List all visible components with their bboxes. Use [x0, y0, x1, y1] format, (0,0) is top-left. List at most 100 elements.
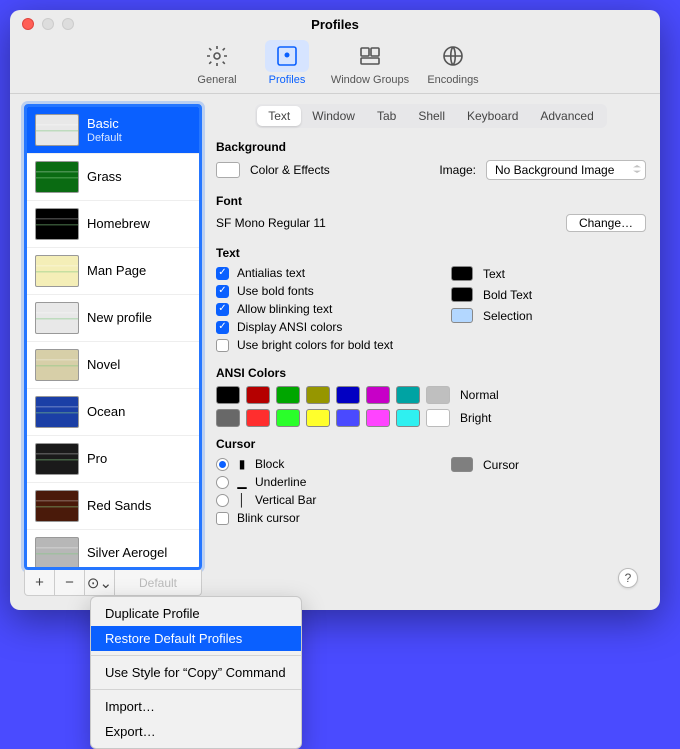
block-icon: ▮ [237, 457, 247, 471]
profile-row[interactable]: Man Page [27, 248, 199, 295]
blinking-checkbox[interactable] [216, 303, 229, 316]
bold-color-well[interactable] [451, 287, 473, 302]
background-image-popup[interactable]: No Background Image [486, 160, 646, 180]
tab-keyboard[interactable]: Keyboard [456, 106, 529, 126]
ansi-color-well[interactable] [306, 409, 330, 427]
cursor-block-radio[interactable] [216, 458, 229, 471]
bold-well-label: Bold Text [483, 288, 532, 302]
bold-fonts-checkbox[interactable] [216, 285, 229, 298]
ansi-color-well[interactable] [336, 386, 360, 404]
tab-shell[interactable]: Shell [407, 106, 456, 126]
menu-duplicate-profile[interactable]: Duplicate Profile [91, 601, 301, 626]
selection-color-well[interactable] [451, 308, 473, 323]
profile-row[interactable]: Grass [27, 154, 199, 201]
close-window-button[interactable] [22, 18, 34, 30]
profile-thumbnail [35, 161, 79, 193]
cursor-heading: Cursor [216, 437, 646, 451]
menu-use-style-copy[interactable]: Use Style for “Copy” Command [91, 660, 301, 685]
profile-row[interactable]: Pro [27, 436, 199, 483]
help-button[interactable]: ? [618, 568, 638, 588]
ansi-color-well[interactable] [336, 409, 360, 427]
window-controls [22, 18, 74, 30]
ansi-checkbox[interactable] [216, 321, 229, 334]
menu-export[interactable]: Export… [91, 719, 301, 744]
more-actions-button[interactable]: ⊙⌄ [85, 570, 115, 595]
ansi-color-well[interactable] [426, 386, 450, 404]
toolbar-encodings[interactable]: Encodings [418, 38, 488, 86]
tab-advanced[interactable]: Advanced [529, 106, 604, 126]
minimize-window-button[interactable] [42, 18, 54, 30]
cursor-block-label: Block [255, 457, 284, 471]
window-title: Profiles [10, 17, 660, 32]
ansi-color-well[interactable] [306, 386, 330, 404]
preferences-window: Profiles General Profiles Window Groups … [10, 10, 660, 610]
cursor-bar-radio[interactable] [216, 494, 229, 507]
ansi-color-well[interactable] [366, 409, 390, 427]
font-heading: Font [216, 194, 646, 208]
change-font-button[interactable]: Change… [566, 214, 646, 232]
menu-separator [91, 655, 301, 656]
prefs-toolbar: General Profiles Window Groups Encodings [10, 38, 660, 94]
ansi-color-well[interactable] [216, 386, 240, 404]
profile-thumbnail [35, 443, 79, 475]
ansi-color-well[interactable] [396, 409, 420, 427]
ansi-row-label: Bright [460, 411, 491, 425]
bright-bold-checkbox[interactable] [216, 339, 229, 352]
underline-icon: ▁ [237, 475, 247, 489]
titlebar: Profiles [10, 10, 660, 38]
gear-icon [205, 44, 229, 68]
toolbar-general[interactable]: General [182, 38, 252, 86]
ansi-color-well[interactable] [396, 386, 420, 404]
set-default-button[interactable]: Default [115, 576, 201, 590]
profile-thumbnail [35, 349, 79, 381]
tab-window[interactable]: Window [301, 106, 366, 126]
toolbar-profiles[interactable]: Profiles [252, 38, 322, 86]
profile-row[interactable]: New profile [27, 295, 199, 342]
profile-name: Pro [87, 451, 107, 467]
toolbar-label: Encodings [418, 74, 488, 86]
ansi-color-well[interactable] [216, 409, 240, 427]
profile-thumbnail [35, 537, 79, 569]
bright-bold-label: Use bright colors for bold text [237, 338, 393, 352]
ansi-label: Display ANSI colors [237, 320, 342, 334]
globe-icon [441, 44, 465, 68]
profile-thumbnail [35, 396, 79, 428]
profile-thumbnail [35, 490, 79, 522]
profile-row[interactable]: BasicDefault [27, 107, 199, 154]
font-value: SF Mono Regular 11 [216, 216, 326, 230]
color-effects-label: Color & Effects [250, 163, 330, 177]
ansi-color-well[interactable] [426, 409, 450, 427]
profile-list[interactable]: BasicDefault Grass HomebrewMan PageNew pro… [24, 104, 202, 570]
zoom-window-button[interactable] [62, 18, 74, 30]
sidebar: BasicDefault Grass HomebrewMan PageNew pro… [24, 104, 202, 596]
add-profile-button[interactable]: + [25, 570, 55, 595]
ansi-color-well[interactable] [276, 386, 300, 404]
ansi-color-well[interactable] [246, 409, 270, 427]
background-color-well[interactable] [216, 162, 240, 178]
tab-text[interactable]: Text [257, 106, 301, 126]
profile-subtitle: Default [87, 132, 122, 144]
cursor-color-well[interactable] [451, 457, 473, 472]
remove-profile-button[interactable]: − [55, 570, 85, 595]
main-pane: TextWindowTabShellKeyboardAdvanced Backg… [216, 104, 646, 596]
profile-row[interactable]: Homebrew [27, 201, 199, 248]
profile-row[interactable]: Silver Aerogel [27, 530, 199, 570]
text-color-well[interactable] [451, 266, 473, 281]
blink-cursor-checkbox[interactable] [216, 512, 229, 525]
menu-import[interactable]: Import… [91, 694, 301, 719]
antialias-checkbox[interactable] [216, 267, 229, 280]
profile-row[interactable]: Red Sands [27, 483, 199, 530]
profile-row[interactable]: Ocean [27, 389, 199, 436]
bar-icon: │ [237, 493, 247, 507]
ansi-color-well[interactable] [366, 386, 390, 404]
menu-restore-defaults[interactable]: Restore Default Profiles [91, 626, 301, 651]
ansi-color-well[interactable] [246, 386, 270, 404]
more-actions-menu: Duplicate Profile Restore Default Profil… [90, 596, 302, 749]
cursor-underline-radio[interactable] [216, 476, 229, 489]
ansi-color-well[interactable] [276, 409, 300, 427]
selection-well-label: Selection [483, 309, 532, 323]
tab-tab[interactable]: Tab [366, 106, 407, 126]
profile-row[interactable]: Novel [27, 342, 199, 389]
profile-name: Grass [87, 169, 122, 185]
toolbar-window-groups[interactable]: Window Groups [322, 38, 418, 86]
